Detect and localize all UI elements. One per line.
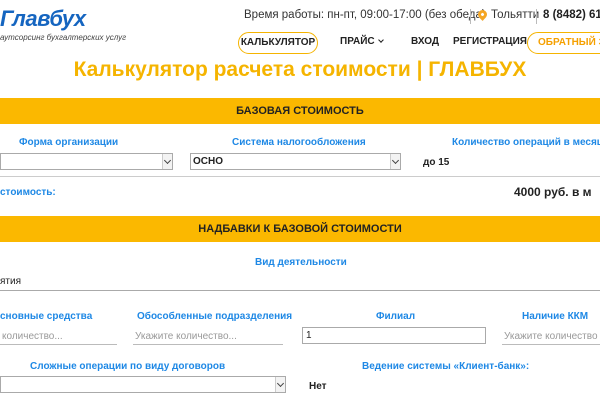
operations-select[interactable]: до 15 (418, 153, 600, 170)
base-section-header: БАЗОВАЯ СТОИМОСТЬ (0, 98, 600, 124)
divider (536, 9, 537, 24)
markup-section-header: НАДБАВКИ К БАЗОВОЙ СТОИМОСТИ (0, 216, 600, 242)
tax-system-value: ОСНО (193, 156, 223, 167)
chevron-down-icon (162, 154, 172, 169)
client-bank-value: Нет (309, 381, 327, 392)
org-form-label: Форма организации (19, 137, 119, 148)
branches-label: Обособленные подразделения (137, 311, 293, 322)
nav-login-link[interactable]: ВХОД (411, 32, 439, 54)
site-header: Главбух аутсорсинг бухгалтерских услуг В… (0, 0, 600, 56)
nav-register-label: РЕГИСТРАЦИЯ (453, 36, 527, 47)
kkm-label: Наличие ККМ (522, 311, 589, 322)
base-cost-value: 4000 руб. в м (514, 185, 592, 199)
divider (0, 176, 600, 177)
fixed-assets-label: сновные средства (0, 311, 93, 322)
tax-system-select[interactable]: ОСНО (190, 153, 401, 170)
nav-login-label: ВХОД (411, 36, 440, 47)
complex-ops-select[interactable] (0, 376, 286, 393)
chevron-down-icon (377, 37, 384, 43)
nav-price-label: ПРАЙС (340, 36, 375, 47)
divider (470, 9, 471, 24)
nav-price-dropdown[interactable]: ПРАЙС (340, 32, 384, 54)
city-link[interactable]: Тольятти (491, 9, 539, 21)
working-hours: Время работы: пн-пт, 09:00-17:00 (без об… (244, 9, 486, 21)
callback-button[interactable]: ОБРАТНЫЙ ЗВО (527, 32, 600, 54)
page-title: Калькулятор расчета стоимости | ГЛАВБУХ (73, 58, 527, 81)
callback-label: ОБРАТНЫЙ ЗВО (538, 37, 600, 48)
nav-calculator-label: КАЛЬКУЛЯТОР (240, 37, 316, 48)
activity-value: ятия (0, 276, 21, 287)
complex-ops-label: Сложные операции по виду договоров (30, 361, 226, 372)
nav-calculator-button[interactable]: КАЛЬКУЛЯТОР (238, 32, 318, 54)
operations-value: до 15 (423, 157, 450, 168)
client-bank-label: Ведение системы «Клиент-банк»: (362, 361, 530, 372)
branches-input[interactable] (133, 328, 283, 345)
tax-system-label: Система налогообложения (232, 137, 366, 148)
kkm-input[interactable] (502, 328, 600, 345)
org-form-select[interactable] (0, 153, 173, 170)
cost-label: стоимость: (0, 187, 56, 198)
activity-label: Вид деятельности (255, 257, 347, 268)
nav-register-link[interactable]: РЕГИСТРАЦИЯ (453, 32, 527, 54)
operations-label: Количество операций в месяц* (452, 137, 600, 148)
activity-underline (0, 290, 600, 291)
client-bank-select[interactable]: Нет (302, 376, 600, 393)
filial-label: Филиал (376, 311, 416, 322)
logo-subtitle: аутсорсинг бухгалтерских услуг (0, 33, 127, 42)
chevron-down-icon (275, 377, 285, 392)
chevron-down-icon (390, 154, 400, 169)
fixed-assets-input[interactable] (0, 328, 117, 345)
phone-number[interactable]: 8 (8482) 61 (543, 9, 600, 21)
logo-title: Главбух (0, 6, 86, 31)
filial-input[interactable] (302, 327, 486, 344)
